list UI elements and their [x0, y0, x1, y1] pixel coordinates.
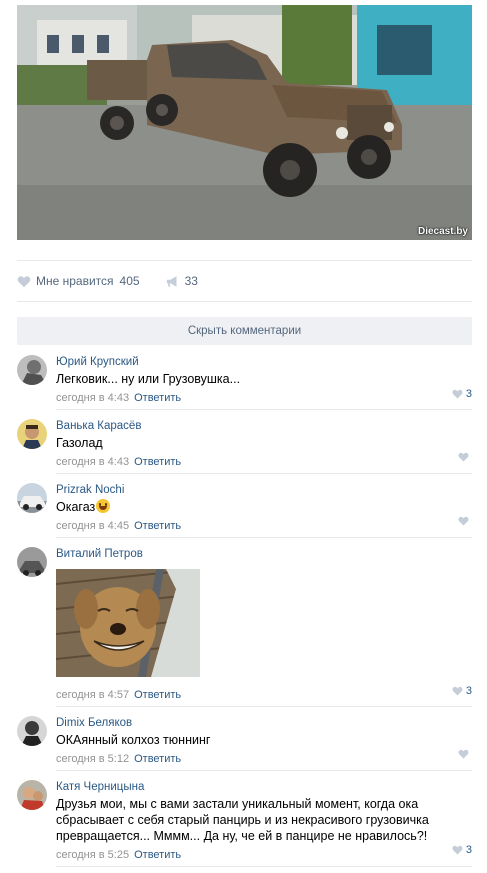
- comment: Катя Черницына Друзья мои, мы с вами зас…: [17, 780, 472, 865]
- divider: [56, 473, 472, 474]
- heart-icon: [458, 749, 469, 759]
- reply-button[interactable]: Ответить: [134, 392, 181, 404]
- avatar[interactable]: [17, 483, 47, 513]
- comment-time[interactable]: сегодня в 4:45: [56, 520, 129, 532]
- post-photo[interactable]: Diecast.by: [17, 5, 472, 240]
- comment-text: Друзья мои, мы с вами застали уникальный…: [56, 797, 429, 843]
- comment: Виталий Петров сегодня в 4:57 Ответить 3: [17, 547, 472, 702]
- like-button[interactable]: Мне нравится 405: [17, 274, 140, 288]
- comment: Ванька Карасёв Газолад сегодня в 4:43 Отв…: [17, 419, 472, 469]
- comment-like-button[interactable]: [458, 452, 472, 462]
- comment-author[interactable]: Prizrak Nochi: [56, 483, 472, 497]
- megaphone-icon: [166, 275, 177, 287]
- comment-like-button[interactable]: 3: [452, 844, 472, 856]
- reply-button[interactable]: Ответить: [134, 753, 181, 765]
- comment-photo[interactable]: [56, 569, 200, 677]
- comment-time[interactable]: сегодня в 4:57: [56, 689, 129, 701]
- reply-button[interactable]: Ответить: [134, 689, 181, 701]
- avatar[interactable]: [17, 716, 47, 746]
- comment-author[interactable]: Юрий Крупский: [56, 355, 472, 369]
- comment-time[interactable]: сегодня в 5:12: [56, 753, 129, 765]
- photo-watermark: Diecast.by: [417, 226, 468, 237]
- comment: Prizrak Nochi Окагаз сегодня в 4:45 Ответ…: [17, 483, 472, 533]
- divider: [56, 409, 472, 410]
- reply-button[interactable]: Ответить: [134, 849, 181, 861]
- divider: [56, 770, 472, 771]
- comment-like-button[interactable]: [458, 749, 472, 759]
- comment-text: ОКАянный колхоз тюннинг: [56, 733, 211, 747]
- comment-author[interactable]: Ванька Карасёв: [56, 419, 472, 433]
- comment-text: Газолад: [56, 436, 103, 450]
- avatar[interactable]: [17, 355, 47, 385]
- heart-icon: [458, 452, 469, 462]
- comment-like-button[interactable]: [458, 516, 472, 526]
- comment: Юрий Крупский Легковик... ну или Грузову…: [17, 355, 472, 405]
- comment-text: Легковик... ну или Грузовушка...: [56, 372, 241, 386]
- avatar[interactable]: [17, 547, 47, 577]
- comment-time[interactable]: сегодня в 5:25: [56, 849, 129, 861]
- hide-comments-button[interactable]: Скрыть комментарии: [17, 317, 472, 345]
- like-label: Мне нравится: [36, 274, 114, 288]
- heart-icon: [452, 845, 463, 855]
- comment-like-count: 3: [465, 685, 472, 697]
- grinning-emoji-icon: [96, 499, 111, 513]
- divider: [17, 301, 472, 302]
- share-count: 33: [184, 274, 198, 288]
- heart-icon: [452, 389, 463, 399]
- heart-icon: [17, 275, 31, 287]
- comment-like-button[interactable]: 3: [452, 388, 472, 400]
- comment: Dimix Беляков ОКАянный колхоз тюннинг се…: [17, 716, 472, 766]
- comment-like-count: 3: [465, 844, 472, 856]
- divider: [56, 537, 472, 538]
- comment-author[interactable]: Виталий Петров: [56, 547, 472, 561]
- comment-author[interactable]: Катя Черницына: [56, 780, 472, 794]
- heart-icon: [458, 516, 469, 526]
- comment-like-count: 3: [465, 388, 472, 400]
- like-count: 405: [119, 274, 140, 288]
- share-button[interactable]: 33: [166, 274, 198, 288]
- divider: [17, 260, 472, 261]
- comment-time[interactable]: сегодня в 4:43: [56, 392, 129, 404]
- divider: [56, 706, 472, 707]
- comment-text: Окагаз: [56, 499, 472, 515]
- reply-button[interactable]: Ответить: [134, 520, 181, 532]
- heart-icon: [452, 686, 463, 696]
- post-actions: Мне нравится 405 33: [17, 271, 198, 291]
- avatar[interactable]: [17, 780, 47, 810]
- divider: [56, 866, 472, 867]
- comment-time[interactable]: сегодня в 4:43: [56, 456, 129, 468]
- comment-text-content: Окагаз: [56, 500, 96, 514]
- reply-button[interactable]: Ответить: [134, 456, 181, 468]
- comment-author[interactable]: Dimix Беляков: [56, 716, 472, 730]
- avatar[interactable]: [17, 419, 47, 449]
- comment-like-button[interactable]: 3: [452, 685, 472, 697]
